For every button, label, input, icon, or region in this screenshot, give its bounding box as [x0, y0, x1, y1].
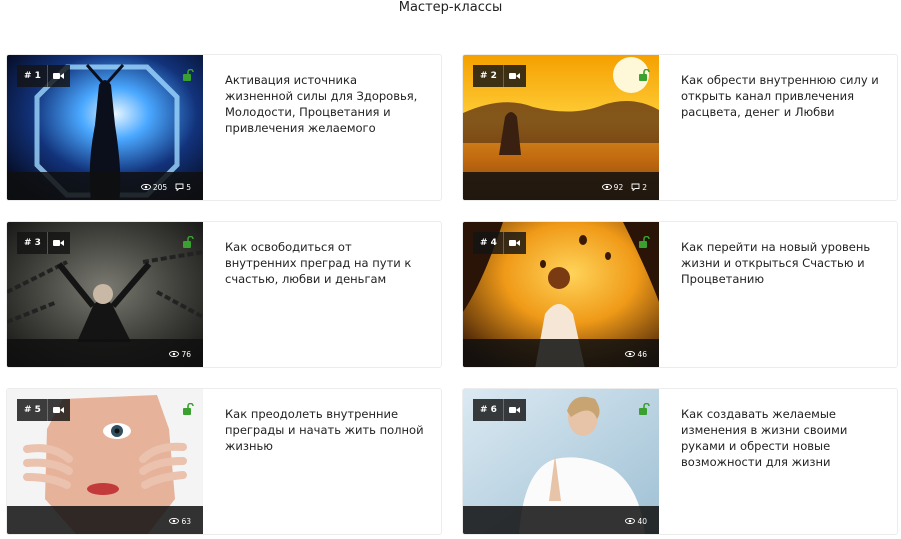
- views-count: 76: [181, 349, 191, 359]
- views-count: 205: [152, 182, 168, 192]
- card-title[interactable]: Как освободиться от внутренних преград н…: [225, 239, 425, 287]
- video-icon: [504, 65, 526, 87]
- card-number-badge: # 6: [473, 399, 526, 421]
- card-number-badge: # 3: [17, 232, 70, 254]
- comments-stat: 2: [631, 183, 647, 192]
- video-icon: [48, 232, 70, 254]
- views-stat: 76: [169, 350, 191, 359]
- card-title[interactable]: Как обрести внутреннюю силу и открыть ка…: [681, 72, 881, 120]
- unlocked-icon: [183, 403, 194, 415]
- card-number: # 1: [24, 71, 41, 81]
- unlocked-icon: [639, 403, 650, 415]
- card-thumbnail[interactable]: # 6 40: [463, 389, 659, 534]
- views-count: 46: [637, 349, 647, 359]
- card-thumbnail[interactable]: # 4 46: [463, 222, 659, 367]
- card-title[interactable]: Активация источника жизненной силы для З…: [225, 72, 425, 136]
- masterclass-card-3[interactable]: # 3 76 Как освободиться от внутренних пр…: [6, 221, 442, 368]
- card-stats-bar: 92 2: [463, 172, 659, 200]
- card-number-badge: # 5: [17, 399, 70, 421]
- views-stat: 40: [625, 517, 647, 526]
- card-stats-bar: 205 5: [7, 172, 203, 200]
- unlocked-icon: [183, 69, 194, 81]
- comments-stat: 5: [175, 183, 191, 192]
- masterclass-card-5[interactable]: # 5 63 Как преодолеть внутренние преград…: [6, 388, 442, 535]
- masterclass-card-4[interactable]: # 4 46 Как перейти на новый уровень жизн…: [462, 221, 898, 368]
- views-stat: 205: [140, 182, 168, 192]
- comments-count: 5: [186, 182, 191, 192]
- card-stats-bar: 76: [7, 339, 203, 367]
- card-title[interactable]: Как создавать желаемые изменения в жизни…: [681, 406, 881, 470]
- card-thumbnail[interactable]: # 2 92 2: [463, 55, 659, 200]
- comment-icon: [631, 183, 640, 191]
- video-icon: [504, 399, 526, 421]
- card-number: # 6: [480, 405, 497, 415]
- eye-icon: [169, 351, 180, 357]
- card-number-badge: # 4: [473, 232, 526, 254]
- views-stat: 46: [625, 350, 647, 359]
- video-icon: [504, 232, 526, 254]
- card-stats-bar: 46: [463, 339, 659, 367]
- video-icon: [48, 399, 70, 421]
- video-icon: [48, 65, 70, 87]
- card-number: # 2: [480, 71, 497, 81]
- comments-count: 2: [642, 182, 647, 192]
- masterclass-card-6[interactable]: # 6 40 Как создавать желаемые изменения …: [462, 388, 898, 535]
- card-number-badge: # 1: [17, 65, 70, 87]
- unlocked-icon: [639, 236, 650, 248]
- eye-icon: [625, 518, 636, 524]
- views-stat: 92: [601, 182, 624, 192]
- eye-icon: [601, 184, 612, 190]
- card-number: # 4: [480, 238, 497, 248]
- masterclass-card-1[interactable]: # 1 205 5 Активация источника жизненной …: [6, 54, 442, 201]
- card-title[interactable]: Как перейти на новый уровень жизни и отк…: [681, 239, 881, 287]
- eye-icon: [169, 518, 180, 524]
- card-number: # 3: [24, 238, 41, 248]
- views-count: 92: [613, 182, 624, 192]
- card-thumbnail[interactable]: # 3 76: [7, 222, 203, 367]
- views-stat: 63: [169, 517, 191, 526]
- card-title[interactable]: Как преодолеть внутренние преграды и нач…: [225, 406, 425, 454]
- unlocked-icon: [639, 69, 650, 81]
- comment-icon: [175, 183, 184, 191]
- card-stats-bar: 40: [463, 506, 659, 534]
- views-count: 40: [637, 516, 647, 526]
- card-thumbnail[interactable]: # 5 63: [7, 389, 203, 534]
- views-count: 63: [181, 516, 191, 526]
- eye-icon: [625, 351, 636, 357]
- eye-icon: [140, 184, 151, 190]
- card-number-badge: # 2: [473, 65, 526, 87]
- card-number: # 5: [24, 405, 41, 415]
- card-stats-bar: 63: [7, 506, 203, 534]
- page-title: Мастер-классы: [398, 0, 503, 15]
- masterclass-card-2[interactable]: # 2 92 2 Как обрести внутреннюю силу и о…: [462, 54, 898, 201]
- unlocked-icon: [183, 236, 194, 248]
- card-thumbnail[interactable]: # 1 205 5: [7, 55, 203, 200]
